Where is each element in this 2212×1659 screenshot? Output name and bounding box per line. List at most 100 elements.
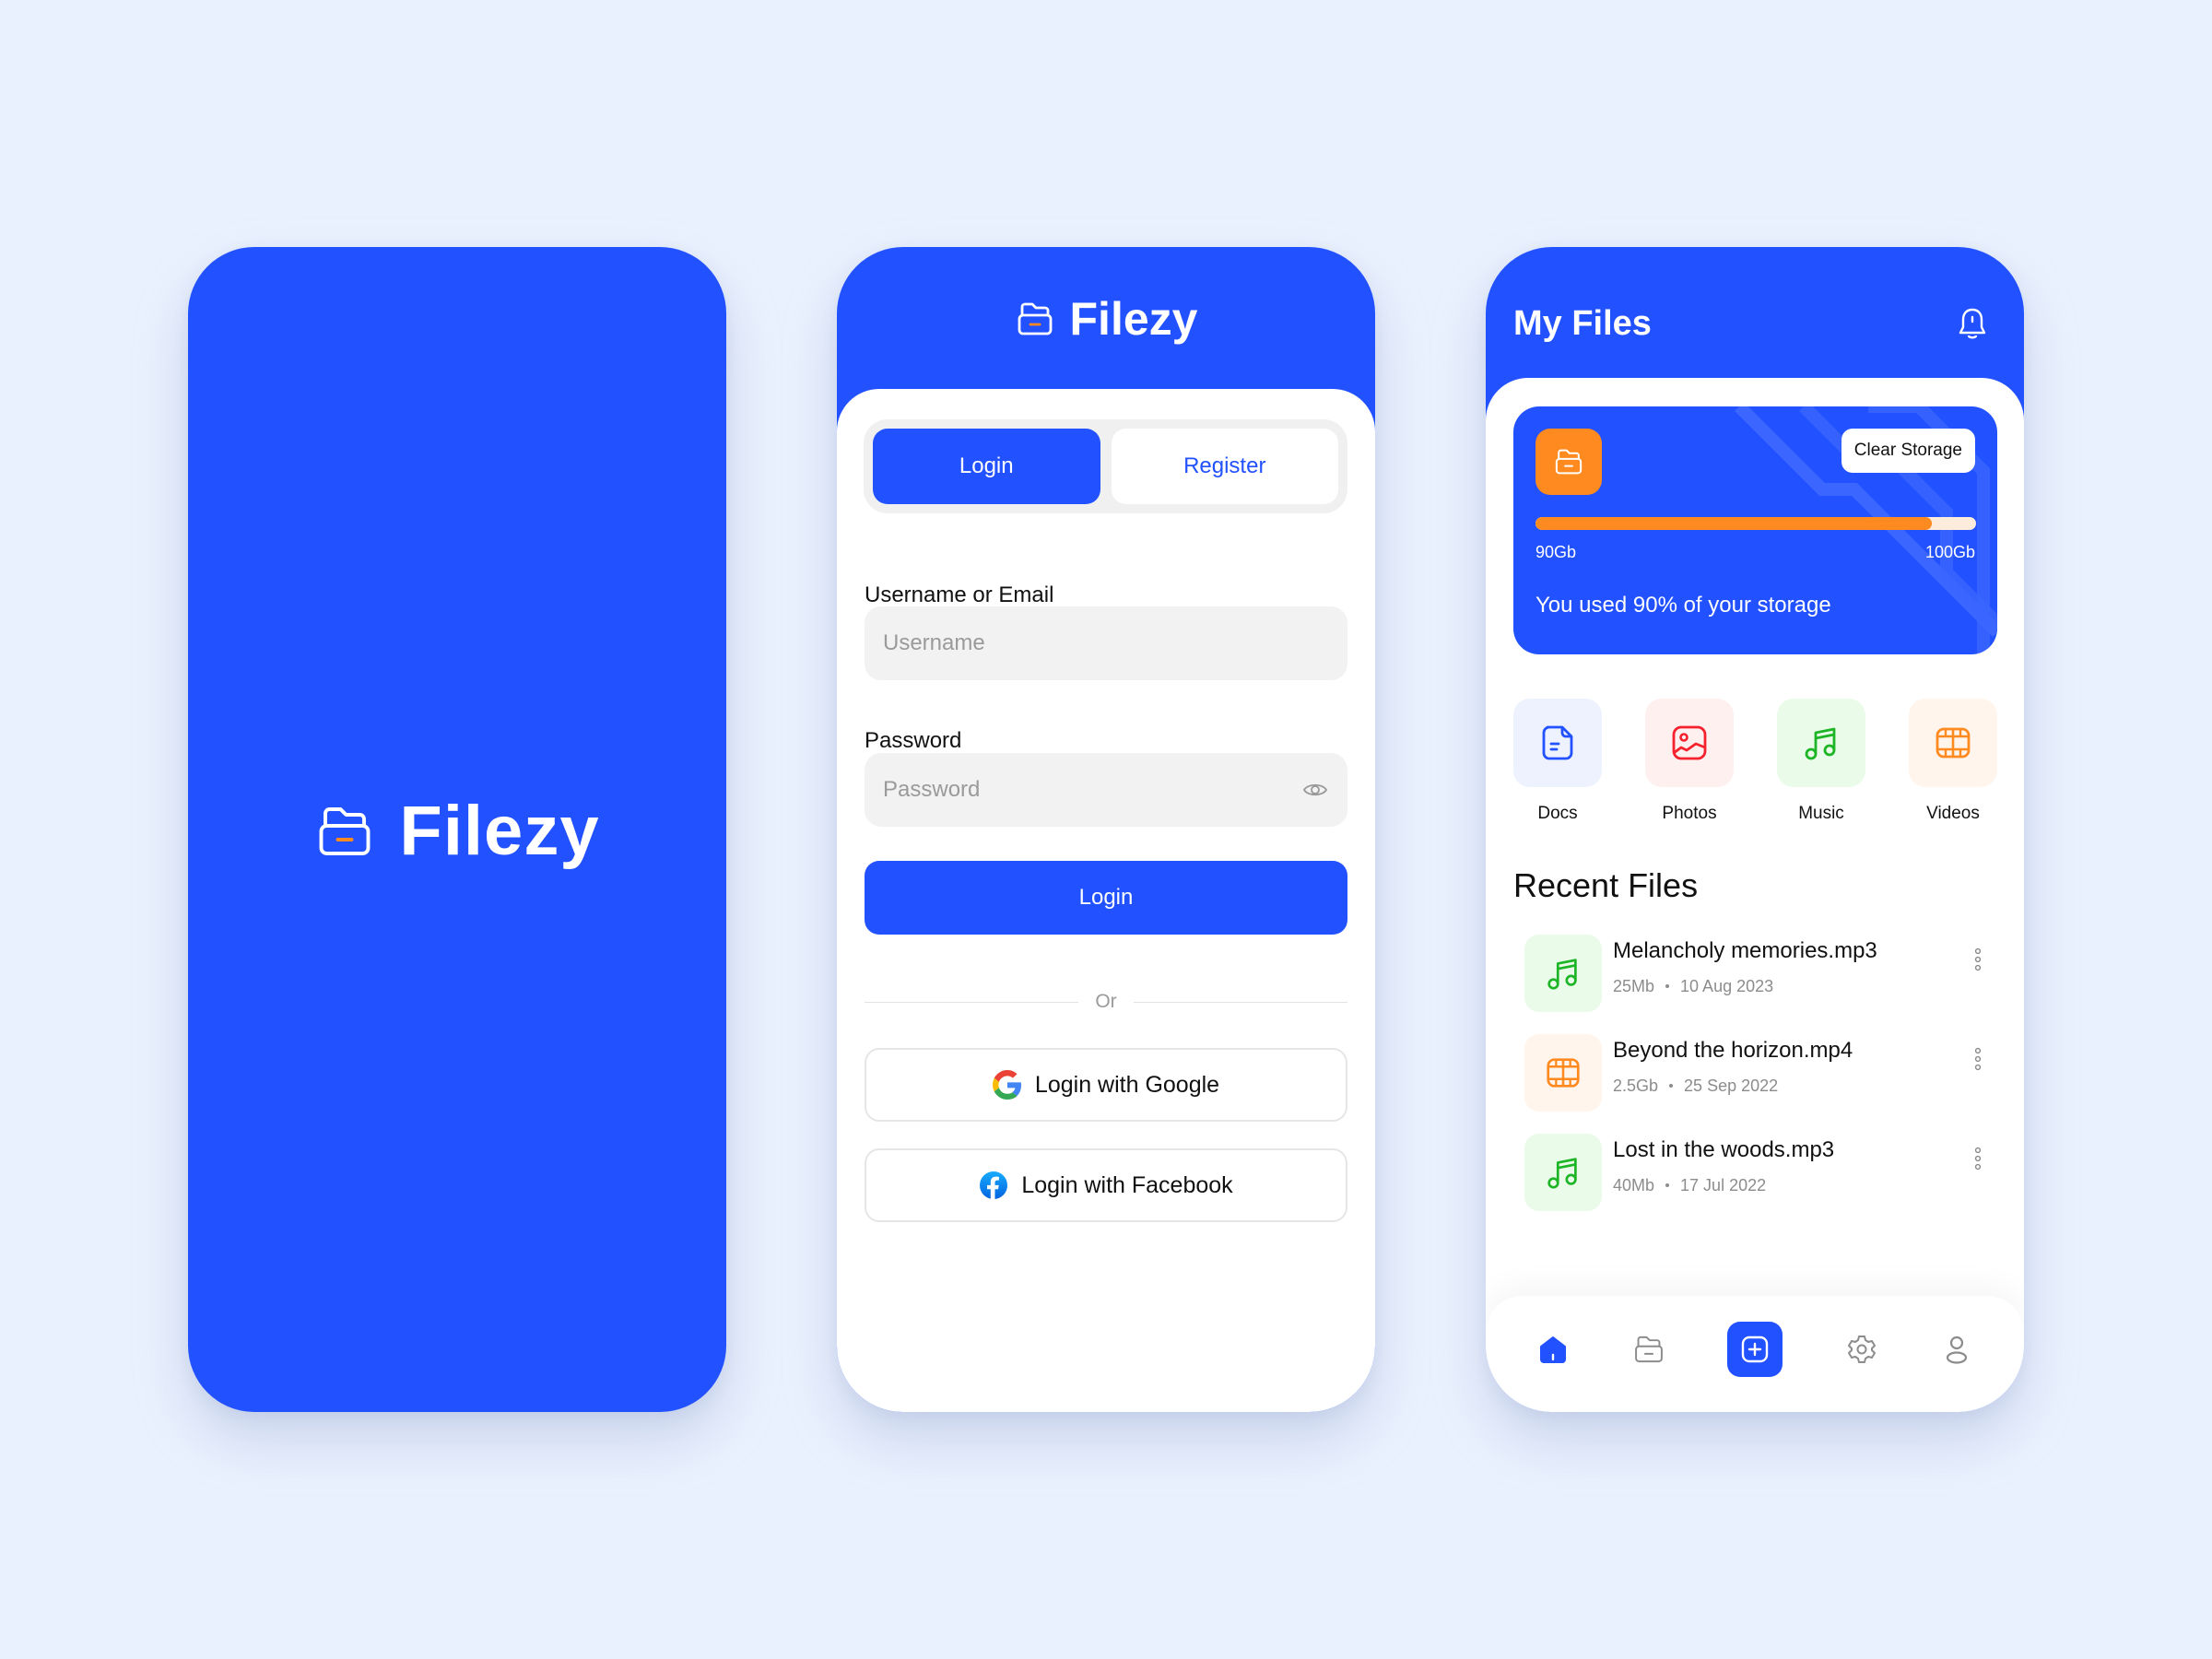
- password-input[interactable]: Password: [865, 753, 1347, 827]
- file-type-tile: [1524, 1134, 1602, 1211]
- file-name: Melancholy memories.mp3: [1613, 937, 1877, 963]
- page-title: My Files: [1513, 304, 1652, 343]
- storage-folder-icon: [1535, 429, 1602, 495]
- file-date: 17 Jul 2022: [1680, 1175, 1767, 1194]
- auth-tabs: Login Register: [864, 419, 1347, 513]
- nav-settings[interactable]: [1834, 1322, 1889, 1377]
- category-music[interactable]: Music: [1777, 699, 1865, 824]
- file-type-tile: [1524, 935, 1602, 1012]
- category-videos[interactable]: Videos: [1909, 699, 1997, 824]
- google-login-button[interactable]: Login with Google: [865, 1048, 1347, 1122]
- eye-icon[interactable]: [1301, 776, 1329, 804]
- more-options-icon[interactable]: [1971, 1045, 1985, 1073]
- meta-separator: [1669, 1084, 1674, 1088]
- user-icon: [1946, 1335, 1968, 1364]
- bell-icon[interactable]: [1956, 306, 1989, 343]
- nav-home[interactable]: [1525, 1322, 1581, 1377]
- file-date: 10 Aug 2023: [1680, 976, 1774, 995]
- username-label: Username or Email: [865, 582, 1054, 607]
- meta-separator: [1665, 984, 1670, 988]
- plus-square-icon: [1741, 1335, 1769, 1363]
- storage-card: Clear Storage 90Gb 100Gb You used 90% of…: [1513, 406, 1997, 654]
- file-row[interactable]: Beyond the horizon.mp4 2.5Gb 25 Sep 2022: [1524, 1034, 1985, 1112]
- category-grid: Docs Photos Music Videos: [1513, 699, 1997, 824]
- more-options-icon[interactable]: [1971, 1145, 1985, 1172]
- document-icon: [1542, 725, 1573, 760]
- bottom-nav: [1486, 1296, 2024, 1412]
- category-tile: [1777, 699, 1865, 787]
- file-info: Lost in the woods.mp3 40Mb 17 Jul 2022: [1613, 1137, 1971, 1195]
- file-row[interactable]: Melancholy memories.mp3 25Mb 10 Aug 2023: [1524, 935, 1985, 1012]
- storage-progress-bar: [1535, 517, 1976, 530]
- meta-separator: [1665, 1183, 1670, 1187]
- category-label: Videos: [1926, 804, 1980, 823]
- facebook-login-label: Login with Facebook: [1021, 1171, 1233, 1198]
- file-name: Beyond the horizon.mp4: [1613, 1037, 1853, 1063]
- file-meta: 40Mb 17 Jul 2022: [1613, 1176, 1971, 1195]
- film-icon: [1547, 1058, 1580, 1088]
- storage-total-label: 100Gb: [1924, 543, 1975, 561]
- category-tile: [1645, 699, 1734, 787]
- username-input[interactable]: Username: [865, 606, 1347, 680]
- music-note-icon: [1547, 1158, 1577, 1189]
- file-size: 40Mb: [1613, 1175, 1655, 1194]
- google-login-label: Login with Google: [1034, 1071, 1220, 1098]
- folder-icon: [1635, 1335, 1663, 1363]
- recent-files-heading: Recent Files: [1513, 866, 1699, 904]
- folder-drawer-icon: [1555, 449, 1583, 475]
- file-name: Lost in the woods.mp3: [1613, 1136, 1835, 1162]
- file-date: 25 Sep 2022: [1684, 1076, 1779, 1095]
- login-submit-button[interactable]: Login: [865, 861, 1347, 935]
- login-header: Filezy: [837, 291, 1375, 347]
- nav-profile[interactable]: [1929, 1322, 1984, 1377]
- storage-summary: You used 90% of your storage: [1535, 593, 1831, 618]
- gear-icon: [1848, 1335, 1876, 1363]
- folder-drawer-icon: [1018, 302, 1052, 335]
- file-row[interactable]: Lost in the woods.mp3 40Mb 17 Jul 2022: [1524, 1134, 1985, 1211]
- category-label: Photos: [1662, 804, 1717, 823]
- file-size: 2.5Gb: [1613, 1076, 1659, 1095]
- files-sheet: Clear Storage 90Gb 100Gb You used 90% of…: [1486, 378, 2024, 1412]
- category-tile: [1513, 699, 1602, 787]
- tab-login[interactable]: Login: [873, 429, 1100, 504]
- divider-line: [1133, 1001, 1348, 1003]
- folder-drawer-icon: [319, 806, 371, 855]
- splash-brand: Filezy: [188, 791, 726, 871]
- splash-screen: Filezy: [188, 247, 726, 1412]
- home-icon: [1540, 1336, 1566, 1363]
- password-placeholder: Password: [883, 777, 981, 802]
- category-label: Music: [1798, 804, 1844, 823]
- facebook-login-button[interactable]: Login with Facebook: [865, 1148, 1347, 1222]
- tab-register[interactable]: Register: [1111, 429, 1338, 504]
- file-meta: 2.5Gb 25 Sep 2022: [1613, 1077, 1971, 1096]
- facebook-icon: [980, 1171, 1008, 1199]
- clear-storage-button[interactable]: Clear Storage: [1841, 429, 1975, 473]
- music-note-icon: [1547, 959, 1577, 990]
- storage-used-label: 90Gb: [1535, 543, 1577, 561]
- file-info: Beyond the horizon.mp4 2.5Gb 25 Sep 2022: [1613, 1038, 1971, 1096]
- music-note-icon: [1805, 727, 1836, 760]
- category-tile: [1909, 699, 1997, 787]
- or-divider: Or: [865, 991, 1348, 1013]
- film-icon: [1936, 727, 1971, 759]
- my-files-screen: My Files Clear Storage 90Gb 100Gb You us…: [1486, 247, 2024, 1412]
- divider-line: [865, 1001, 1079, 1003]
- username-placeholder: Username: [883, 630, 985, 655]
- brand-name: Filezy: [1069, 293, 1198, 345]
- more-options-icon[interactable]: [1971, 946, 1985, 973]
- or-text: Or: [1095, 991, 1117, 1012]
- category-label: Docs: [1537, 804, 1578, 823]
- nav-add-button[interactable]: [1727, 1322, 1783, 1377]
- category-docs[interactable]: Docs: [1513, 699, 1602, 824]
- file-info: Melancholy memories.mp3 25Mb 10 Aug 2023: [1613, 938, 1971, 996]
- nav-files[interactable]: [1621, 1322, 1677, 1377]
- google-icon: [992, 1070, 1021, 1100]
- file-meta: 25Mb 10 Aug 2023: [1613, 977, 1971, 996]
- brand-name: Filezy: [399, 792, 600, 870]
- file-size: 25Mb: [1613, 976, 1655, 995]
- login-sheet: Login Register Username or Email Usernam…: [837, 389, 1375, 1412]
- image-icon: [1672, 725, 1707, 760]
- category-photos[interactable]: Photos: [1645, 699, 1734, 824]
- password-label: Password: [865, 728, 962, 753]
- file-type-tile: [1524, 1034, 1602, 1112]
